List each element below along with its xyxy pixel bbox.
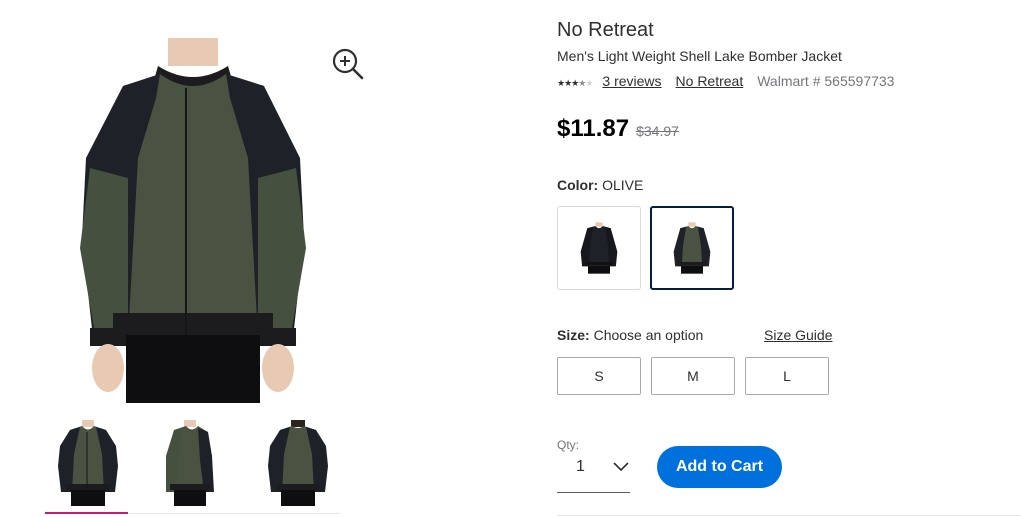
thumbnail-side[interactable] (154, 420, 226, 506)
brand-title: No Retreat (557, 19, 654, 41)
quantity-label: Qty: (557, 438, 580, 452)
zoom-in-icon (332, 48, 364, 80)
rating-row: ★★★★★ 3 reviews No Retreat Walmart # 565… (557, 72, 894, 90)
brand-link[interactable]: No Retreat (676, 73, 744, 89)
walmart-number: Walmart # 565597733 (757, 73, 895, 89)
product-title: Men's Light Weight Shell Lake Bomber Jac… (557, 48, 842, 64)
size-label: Size: Choose an option (557, 327, 703, 343)
star-rating[interactable]: ★★★★★ (557, 73, 593, 89)
quantity-select[interactable]: 1 (557, 452, 630, 493)
jacket-image (80, 38, 306, 403)
quantity-value: 1 (576, 458, 585, 475)
color-swatch-black[interactable] (557, 206, 641, 290)
size-prompt: Choose an option (593, 327, 704, 343)
thumbnail-image (166, 420, 214, 506)
thumbnail-back[interactable] (262, 420, 334, 506)
zoom-button[interactable] (331, 47, 365, 81)
reviews-link[interactable]: 3 reviews (602, 73, 661, 89)
current-price: $11.87 (557, 115, 630, 142)
add-to-cart-button[interactable]: Add to Cart (657, 446, 782, 488)
color-value: OLIVE (602, 177, 644, 193)
size-option-s[interactable]: S (557, 357, 641, 395)
swatch-image (580, 222, 618, 274)
size-guide-link[interactable]: Size Guide (764, 327, 832, 343)
thumbnail-image (58, 420, 118, 506)
star-empty-icon: ★ (585, 78, 593, 88)
chevron-down-icon (613, 462, 629, 472)
was-price: $34.97 (636, 123, 679, 139)
size-option-m[interactable]: M (651, 357, 735, 395)
thumbnail-selected-indicator (45, 512, 128, 514)
thumbnail-front[interactable] (52, 420, 124, 506)
size-option-l[interactable]: L (745, 357, 829, 395)
price-row: $11.87 $34.97 (557, 115, 679, 143)
color-label: Color: OLIVE (557, 177, 643, 193)
thumbnail-image (268, 420, 328, 506)
size-label-key: Size: (557, 327, 590, 343)
main-product-image[interactable] (68, 38, 318, 403)
info-divider (557, 515, 1021, 516)
color-label-key: Color: (557, 177, 599, 193)
swatch-image (673, 222, 711, 274)
color-swatch-olive[interactable] (650, 206, 734, 290)
